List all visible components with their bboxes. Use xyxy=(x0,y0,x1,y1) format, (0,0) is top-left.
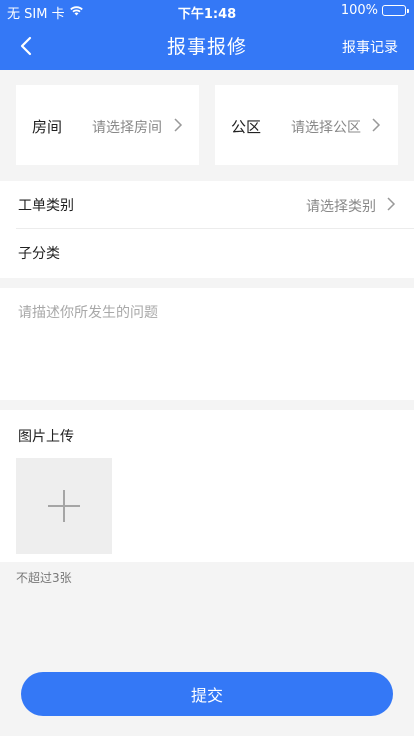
nav-bar: 报事报修 报事记录 xyxy=(0,22,414,70)
chevron-right-icon xyxy=(372,118,381,132)
battery-percent: 100% xyxy=(340,3,378,18)
category-label: 工单类别 xyxy=(18,198,74,214)
description-section xyxy=(0,288,414,400)
header: 无 SIM 卡 下午1:48 100% 报事报修 报事记录 xyxy=(0,0,414,70)
upload-title: 图片上传 xyxy=(18,429,74,445)
chevron-right-icon xyxy=(387,197,396,211)
upload-hint: 不超过3张 xyxy=(16,571,72,585)
upload-section: 图片上传 xyxy=(0,410,414,562)
subcategory-row[interactable]: 子分类 xyxy=(16,229,414,277)
records-link[interactable]: 报事记录 xyxy=(342,37,398,57)
room-label: 房间 xyxy=(32,118,63,136)
category-section: 工单类别 请选择类别 子分类 xyxy=(0,181,414,278)
description-input[interactable] xyxy=(18,302,398,388)
room-placeholder: 请选择房间 xyxy=(92,120,162,136)
battery-icon xyxy=(382,5,409,16)
chevron-right-icon xyxy=(174,118,183,132)
submit-button[interactable]: 提交 xyxy=(21,672,393,716)
public-label: 公区 xyxy=(231,118,262,136)
category-placeholder: 请选择类别 xyxy=(306,199,376,215)
public-placeholder: 请选择公区 xyxy=(291,120,361,136)
category-row[interactable]: 工单类别 请选择类别 xyxy=(16,181,414,229)
status-right: 100% xyxy=(340,3,409,18)
status-bar: 无 SIM 卡 下午1:48 100% xyxy=(0,0,414,22)
add-image-button[interactable] xyxy=(16,458,112,554)
public-area-selector[interactable]: 公区 请选择公区 xyxy=(215,85,398,165)
subcategory-label: 子分类 xyxy=(18,246,60,262)
plus-icon xyxy=(48,490,80,522)
room-selector[interactable]: 房间 请选择房间 xyxy=(16,85,199,165)
